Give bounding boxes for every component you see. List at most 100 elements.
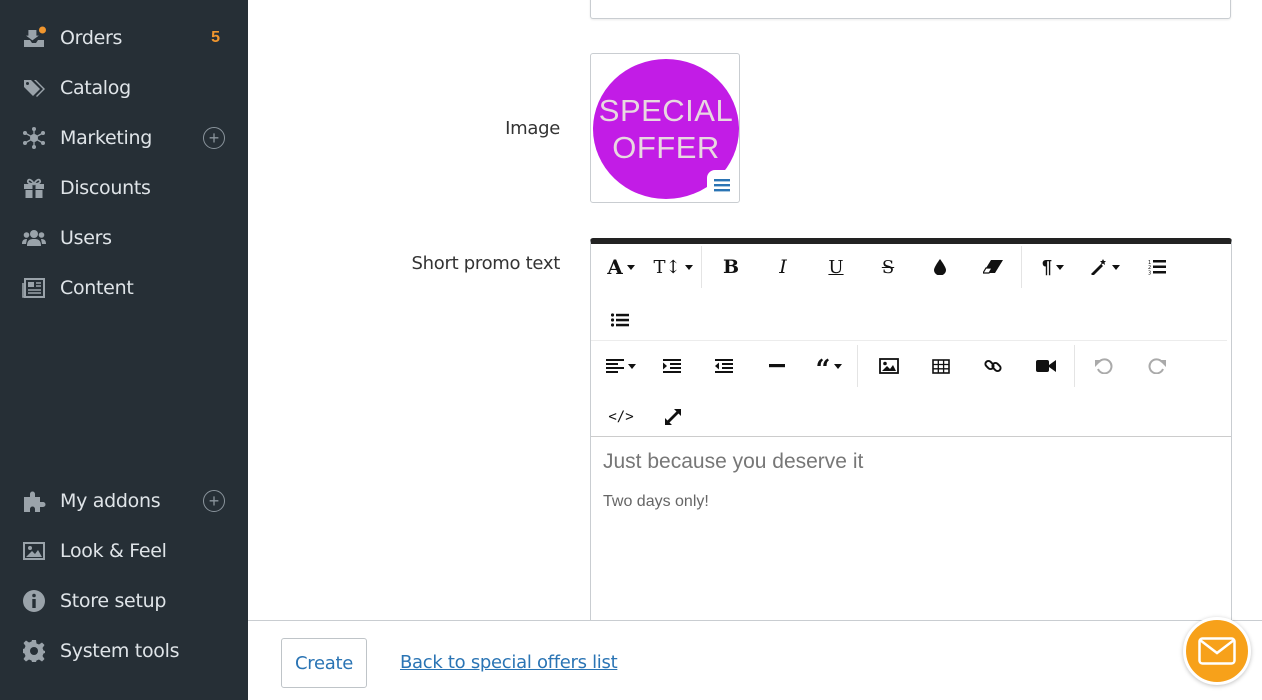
- hamburger-menu-icon: [714, 179, 730, 192]
- sidebar-item-store-setup[interactable]: Store setup: [0, 581, 248, 621]
- image-icon: [22, 539, 46, 563]
- strikethrough-icon: S: [881, 256, 895, 278]
- magic-wand-icon: [1091, 259, 1106, 275]
- insert-image-button[interactable]: [867, 348, 911, 384]
- add-addon-icon[interactable]: +: [203, 490, 225, 512]
- clear-format-button[interactable]: [971, 249, 1015, 285]
- sidebar-item-label: Catalog: [60, 77, 131, 99]
- sidebar-item-label: Marketing: [60, 127, 152, 149]
- font-size-icon: T↕: [653, 256, 681, 278]
- editor-toolbar: A T↕ B I U S ¶ 1 2 3 “ </>: [591, 244, 1231, 437]
- network-icon: [22, 126, 46, 150]
- sidebar-item-label: Discounts: [60, 177, 151, 199]
- italic-icon: I: [779, 256, 787, 278]
- offer-image-text-line2: OFFER: [612, 130, 720, 165]
- undo-button[interactable]: [1082, 348, 1126, 384]
- horizontal-rule-icon: [769, 364, 785, 368]
- editor-content-area[interactable]: Just because you deserve it Two days onl…: [591, 438, 1231, 638]
- bold-icon: B: [722, 256, 740, 278]
- sidebar-item-marketing[interactable]: Marketing +: [0, 118, 248, 158]
- strikethrough-button[interactable]: S: [866, 249, 910, 285]
- bold-button[interactable]: B: [709, 249, 753, 285]
- horizontal-rule-button[interactable]: [755, 348, 799, 384]
- outdent-icon: [715, 359, 733, 373]
- redo-button[interactable]: [1135, 348, 1179, 384]
- image-icon: [879, 358, 899, 374]
- sidebar-item-label: System tools: [60, 640, 180, 662]
- fullscreen-icon: [665, 409, 681, 425]
- image-preview[interactable]: SPECIAL OFFER: [590, 53, 740, 203]
- sidebar-item-label: My addons: [60, 490, 161, 512]
- code-view-button[interactable]: </>: [599, 399, 643, 435]
- sidebar-item-discounts[interactable]: Discounts: [0, 168, 248, 208]
- redo-icon: [1148, 358, 1166, 374]
- sidebar-item-label: Orders: [60, 27, 123, 49]
- envelope-icon: [1198, 637, 1236, 665]
- video-icon: [1036, 360, 1056, 372]
- indent-icon: [663, 359, 681, 373]
- undo-icon: [1095, 358, 1113, 374]
- orders-count-badge: 5: [211, 29, 220, 46]
- code-view-icon: </>: [608, 409, 634, 425]
- fullscreen-button[interactable]: [651, 399, 695, 435]
- sidebar-item-content[interactable]: Content: [0, 268, 248, 308]
- style-button[interactable]: [1083, 249, 1127, 285]
- image-label: Image: [505, 118, 560, 139]
- add-marketing-icon[interactable]: +: [203, 127, 225, 149]
- color-drop-icon: [934, 259, 946, 275]
- underline-icon: U: [828, 256, 844, 278]
- font-icon: A: [607, 255, 623, 279]
- insert-link-button[interactable]: [971, 348, 1015, 384]
- ordered-list-icon: 123: [1148, 260, 1166, 276]
- sidebar-item-label: Store setup: [60, 590, 167, 612]
- paragraph-align-button[interactable]: [599, 348, 643, 384]
- image-menu-button[interactable]: [707, 170, 737, 200]
- paragraph-icon: ¶: [1041, 256, 1052, 277]
- gift-icon: [22, 176, 46, 200]
- sidebar-item-label: Users: [60, 227, 112, 249]
- sidebar-item-look-and-feel[interactable]: Look & Feel: [0, 531, 248, 571]
- sidebar-item-catalog[interactable]: Catalog: [0, 68, 248, 108]
- newspaper-icon: [22, 276, 46, 300]
- rich-text-editor: A T↕ B I U S ¶ 1 2 3 “ </> Just because …: [590, 238, 1232, 638]
- editor-paragraph-text: Two days only!: [603, 493, 709, 510]
- font-style-button[interactable]: A: [599, 249, 643, 285]
- eraser-icon: [983, 260, 1003, 274]
- gear-icon: [22, 639, 46, 663]
- live-chat-button[interactable]: [1183, 617, 1251, 685]
- insert-video-button[interactable]: [1024, 348, 1068, 384]
- font-size-button[interactable]: T↕: [651, 249, 695, 285]
- create-button[interactable]: Create: [281, 638, 367, 688]
- align-icon: [606, 359, 624, 373]
- unordered-list-icon: [611, 313, 629, 327]
- orders-icon: [22, 26, 46, 50]
- form-footer: Create Back to special offers list: [248, 620, 1262, 700]
- info-icon: [22, 589, 46, 613]
- editor-heading-text: Just because you deserve it: [603, 450, 864, 473]
- svg-text:3: 3: [1148, 271, 1151, 276]
- sidebar-item-label: Look & Feel: [60, 540, 167, 562]
- puzzle-icon: [22, 489, 46, 513]
- sidebar-item-orders[interactable]: Orders 5: [0, 18, 248, 58]
- paragraph-button[interactable]: ¶: [1031, 249, 1075, 285]
- tag-icon: [22, 76, 46, 100]
- link-icon: [984, 359, 1002, 373]
- sidebar-item-my-addons[interactable]: My addons +: [0, 481, 248, 521]
- ordered-list-button[interactable]: 123: [1135, 249, 1179, 285]
- back-to-special-offers-link[interactable]: Back to special offers list: [400, 652, 618, 673]
- blockquote-button[interactable]: “: [807, 348, 851, 384]
- quote-icon: “: [815, 355, 831, 385]
- previous-input-field[interactable]: [590, 0, 1231, 19]
- underline-button[interactable]: U: [814, 249, 858, 285]
- text-color-button[interactable]: [918, 249, 962, 285]
- sidebar: Orders 5 Catalog Marketing + Discounts U…: [0, 0, 248, 700]
- short-promo-text-label: Short promo text: [411, 253, 561, 274]
- sidebar-item-users[interactable]: Users: [0, 218, 248, 258]
- italic-button[interactable]: I: [761, 249, 805, 285]
- users-icon: [22, 226, 46, 250]
- unordered-list-button[interactable]: [598, 302, 642, 338]
- sidebar-item-system-tools[interactable]: System tools: [0, 631, 248, 671]
- outdent-button[interactable]: [702, 348, 746, 384]
- indent-button[interactable]: [650, 348, 694, 384]
- insert-table-button[interactable]: [919, 348, 963, 384]
